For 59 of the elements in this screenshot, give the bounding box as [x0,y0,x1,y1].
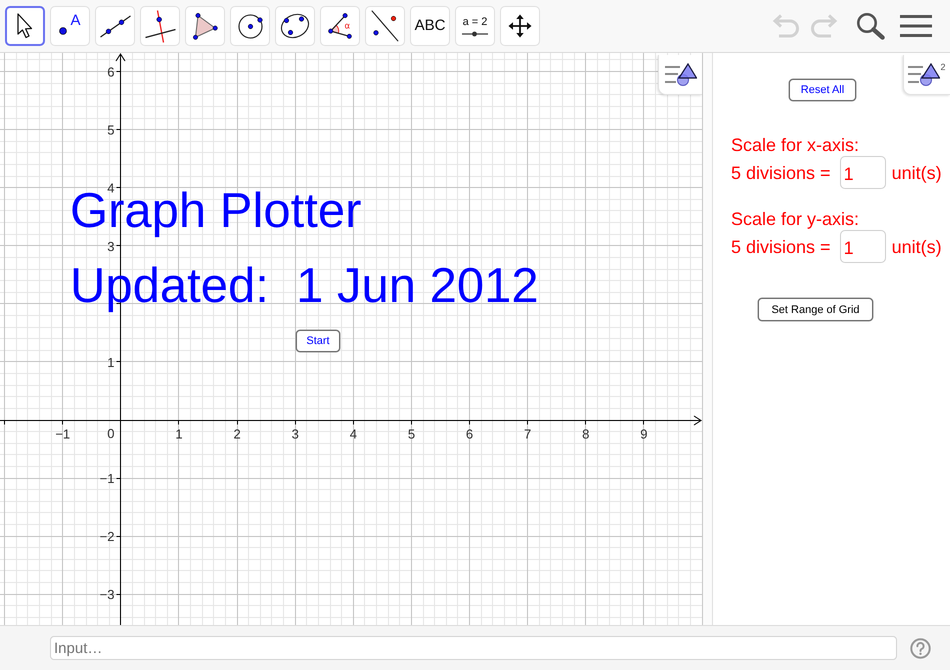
reset-all-button[interactable]: Reset All [789,79,856,101]
x-axis-tick-label: 9 [640,426,648,442]
polygon-tool-button[interactable] [185,6,225,46]
x-axis-tick-label: 7 [524,426,532,442]
origin-label: 0 [107,426,114,440]
pointer-icon [17,13,33,39]
y-axis-tick-label: 5 [107,122,114,138]
text-tool-button[interactable]: ABC [410,6,450,46]
triangle-icon [192,12,218,40]
x-axis-tick-label: 1 [175,426,183,442]
ellipse-icon [280,13,310,39]
x-axis-tick-label: 6 [466,426,474,442]
perpendicular-line-tool-button[interactable] [140,6,180,46]
circle-tool-button[interactable] [230,6,270,46]
y-axis-tick-label: −1 [100,471,114,486]
start-button[interactable]: Start [296,330,340,352]
search-icon[interactable] [856,12,886,40]
unit-label: unit(s) [892,236,942,258]
lines-triangle-circle-icon [908,63,940,86]
x-axis-tick-label: 5 [408,426,416,442]
perpendicular-lines-icon [144,10,176,42]
help-icon[interactable] [910,638,931,658]
x-axis-tick-label: 3 [292,426,299,442]
move-tool-button[interactable] [5,6,45,46]
style-bar-button[interactable]: 2 [903,55,950,95]
x-axis-tick-label: 2 [233,426,241,442]
point-icon [59,27,68,35]
angle-tool-button[interactable]: α [320,6,360,46]
move-arrows-icon [508,14,532,38]
slider-tool-button[interactable]: a = 2 [455,6,495,46]
divisions-label: 5 divisions = [731,236,831,258]
menu-icon[interactable] [900,14,932,38]
lines-triangle-circle-icon [664,63,696,86]
y-axis-tick-label: 6 [107,64,114,80]
scale-value-field[interactable]: 1 [840,156,886,189]
set-range-button[interactable]: Set Range of Grid [758,298,873,321]
circle-icon [238,14,262,38]
line-icon [100,14,130,38]
conic-tool-button[interactable] [275,6,315,46]
y-axis-tick-label: −2 [100,529,114,544]
y-axis-tick-label: 3 [107,238,114,254]
point-tool-button[interactable]: A [50,6,90,46]
x-axis-tick-label: 4 [350,426,357,442]
unit-label: unit(s) [892,162,942,184]
line-and-points-icon [371,10,399,42]
reflect-tool-button[interactable] [365,6,405,46]
divisions-label: 5 divisions = [731,162,831,184]
scale-heading: Scale for x-axis: [731,134,860,156]
slider-icon [462,30,488,36]
scale-heading: Scale for y-axis: [731,208,860,230]
line-tool-button[interactable] [95,6,135,46]
y-axis-tick-label: 1 [107,354,114,370]
x-axis-tick-label: 8 [582,426,590,442]
input-field[interactable]: Input… [50,636,897,660]
move-view-tool-button[interactable] [500,6,540,46]
y-axis-tick-label: −3 [100,587,114,602]
style-bar-button[interactable] [658,55,702,95]
x-axis-tick-label: −1 [55,426,70,442]
scale-value-field[interactable]: 1 [840,230,886,263]
